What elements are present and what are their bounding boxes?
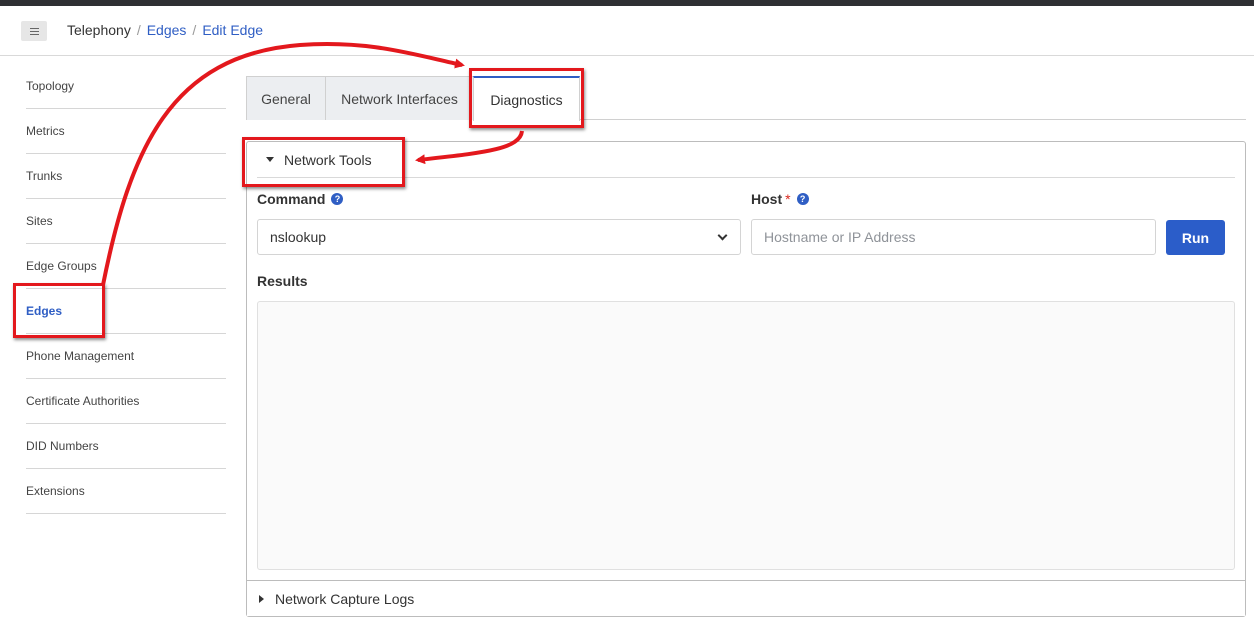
sidebar-item-sites[interactable]: Sites	[26, 199, 226, 244]
sidebar-nav: Topology Metrics Trunks Sites Edge Group…	[26, 64, 226, 514]
run-button[interactable]: Run	[1166, 220, 1225, 255]
command-select-value: nslookup	[270, 229, 327, 245]
network-tools-title: Network Tools	[284, 151, 372, 168]
breadcrumb-edit-edge-link[interactable]: Edit Edge	[202, 22, 263, 38]
hamburger-icon	[29, 30, 39, 32]
edge-tabs: General Network Interfaces Diagnostics	[246, 76, 1246, 121]
sidebar-item-certificate-authorities[interactable]: Certificate Authorities	[26, 379, 226, 424]
sidebar-item-edge-groups[interactable]: Edge Groups	[26, 244, 226, 289]
breadcrumb-telephony: Telephony	[67, 22, 131, 38]
command-label-group: Command ?	[257, 191, 344, 207]
breadcrumb-separator: /	[192, 22, 197, 38]
sidebar-item-metrics[interactable]: Metrics	[26, 109, 226, 154]
page-header: Telephony / Edges / Edit Edge	[0, 6, 1254, 56]
chevron-down-icon	[717, 230, 728, 241]
network-capture-logs-title: Network Capture Logs	[275, 590, 415, 607]
tab-diagnostics[interactable]: Diagnostics	[473, 76, 580, 121]
breadcrumb-edges-link[interactable]: Edges	[147, 22, 187, 38]
diagnostics-panel: Network Tools Command ? Host * ? nslooku…	[246, 141, 1246, 617]
sidebar-item-phone-management[interactable]: Phone Management	[26, 334, 226, 379]
breadcrumb-separator: /	[136, 22, 141, 38]
caret-right-icon	[259, 594, 264, 603]
host-help-icon[interactable]: ?	[796, 193, 809, 205]
host-label: Host	[751, 191, 783, 207]
results-output	[257, 301, 1235, 570]
network-tools-accordion-header[interactable]: Network Tools	[257, 142, 1235, 178]
sidebar-item-topology[interactable]: Topology	[26, 64, 226, 109]
breadcrumb: Telephony / Edges / Edit Edge	[67, 22, 263, 38]
sidebar-item-did-numbers[interactable]: DID Numbers	[26, 424, 226, 469]
sidebar-item-trunks[interactable]: Trunks	[26, 154, 226, 199]
tab-network-interfaces[interactable]: Network Interfaces	[325, 76, 474, 120]
command-help-icon[interactable]: ?	[331, 193, 344, 205]
sidebar-item-edges[interactable]: Edges	[26, 289, 226, 334]
required-asterisk: *	[785, 191, 791, 207]
hamburger-menu-button[interactable]	[21, 21, 47, 41]
command-label: Command	[257, 191, 326, 207]
tab-general[interactable]: General	[246, 76, 326, 120]
command-select[interactable]: nslookup	[257, 219, 741, 255]
host-input[interactable]	[751, 219, 1156, 255]
network-capture-logs-accordion-header[interactable]: Network Capture Logs	[247, 580, 1245, 616]
results-label: Results	[257, 273, 308, 289]
sidebar-item-extensions[interactable]: Extensions	[26, 469, 226, 514]
host-label-group: Host * ?	[751, 191, 809, 207]
caret-down-icon	[266, 157, 274, 162]
